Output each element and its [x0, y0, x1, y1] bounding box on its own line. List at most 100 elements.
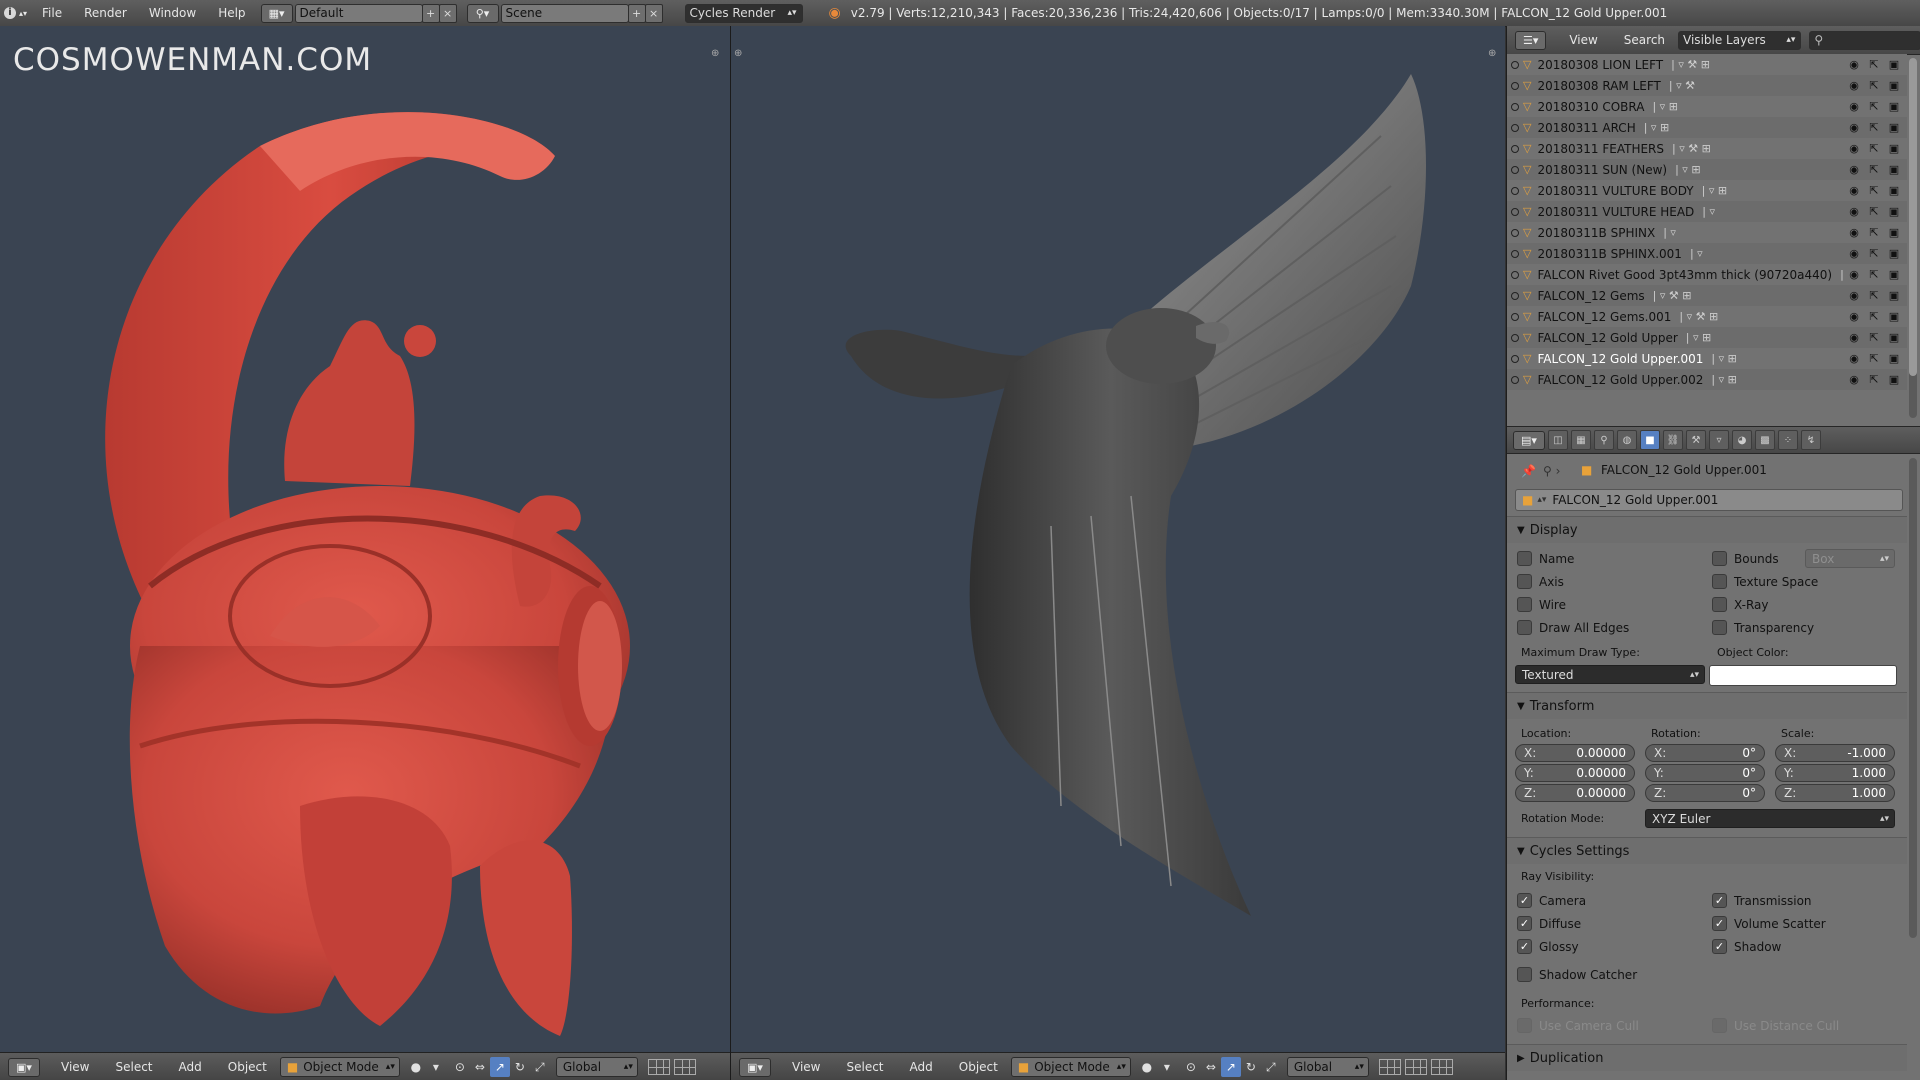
scrollbar-thumb[interactable]: [1909, 58, 1917, 376]
texture-space-checkbox[interactable]: Texture Space: [1712, 574, 1818, 589]
eye-icon[interactable]: ◉: [1847, 352, 1861, 365]
outliner-row[interactable]: ▽ FALCON_12 Gold Upper | ▿ ⊞ ◉ ⇱ ▣: [1507, 327, 1907, 348]
expand-icon[interactable]: [1511, 249, 1519, 258]
cursor-icon[interactable]: ⇱: [1867, 79, 1881, 92]
scale-x-field[interactable]: X: -1.000: [1775, 744, 1895, 762]
menu-window[interactable]: Window: [138, 6, 207, 20]
editor-type-button[interactable]: ▣▾: [739, 1057, 771, 1077]
scale-icon[interactable]: ⤢: [1261, 1057, 1281, 1077]
camera-icon[interactable]: ▣: [1887, 352, 1901, 365]
eye-icon[interactable]: ◉: [1847, 247, 1861, 260]
scene-field[interactable]: Scene: [500, 3, 629, 23]
outliner-scrollbar[interactable]: [1909, 58, 1917, 418]
expand-icon[interactable]: [1511, 375, 1519, 384]
menu-help[interactable]: Help: [207, 6, 256, 20]
max-draw-type-select[interactable]: Textured ▴▾: [1515, 665, 1705, 684]
draw-all-edges-checkbox[interactable]: Draw All Edges: [1517, 620, 1629, 635]
scale-y-field[interactable]: Y: 1.000: [1775, 764, 1895, 782]
volume-scatter-checkbox[interactable]: ✓ Volume Scatter: [1712, 916, 1826, 931]
camera-icon[interactable]: ▣: [1887, 331, 1901, 344]
display-panel-header[interactable]: ▼ Display: [1507, 516, 1907, 543]
mode-select[interactable]: ■ Object Mode ▴▾: [279, 1057, 400, 1077]
texture-tab-icon[interactable]: ▩: [1755, 430, 1775, 450]
add-screen-button[interactable]: +: [421, 3, 440, 23]
use-distance-cull-checkbox[interactable]: Use Distance Cull: [1712, 1018, 1839, 1033]
expand-icon[interactable]: [1511, 123, 1519, 132]
pivot-icon[interactable]: ⊙: [450, 1057, 470, 1077]
outliner-row[interactable]: ▽ 20180311B SPHINX | ▿ ◉ ⇱ ▣: [1507, 222, 1907, 243]
location-x-field[interactable]: X: 0.00000: [1515, 744, 1635, 762]
menu-add[interactable]: Add: [897, 1060, 946, 1074]
render-layers-tab-icon[interactable]: ▦: [1571, 430, 1591, 450]
eye-icon[interactable]: ◉: [1847, 184, 1861, 197]
bounds-checkbox[interactable]: Bounds: [1712, 551, 1779, 566]
menu-render[interactable]: Render: [73, 6, 138, 20]
eye-icon[interactable]: ◉: [1847, 121, 1861, 134]
physics-tab-icon[interactable]: ↯: [1801, 430, 1821, 450]
expand-icon[interactable]: [1511, 165, 1519, 174]
camera-icon[interactable]: ▣: [1887, 310, 1901, 323]
camera-icon[interactable]: ▣: [1887, 163, 1901, 176]
chevron-down-icon[interactable]: ▾: [426, 1057, 446, 1077]
outliner-row[interactable]: ▽ FALCON Rivet Good 3pt43mm thick (90720a…: [1507, 264, 1907, 285]
use-camera-cull-checkbox[interactable]: Use Camera Cull: [1517, 1018, 1639, 1033]
outliner-row[interactable]: ▽ 20180311 FEATHERS | ▿ ⚒ ⊞ ◉ ⇱ ▣: [1507, 138, 1907, 159]
manipulator-icon[interactable]: ⇔: [1201, 1057, 1221, 1077]
name-checkbox[interactable]: Name: [1517, 551, 1574, 566]
rotation-z-field[interactable]: Z: 0°: [1645, 784, 1765, 802]
remove-scene-button[interactable]: ×: [644, 3, 663, 23]
outliner-menu-search[interactable]: Search: [1611, 33, 1678, 47]
location-y-field[interactable]: Y: 0.00000: [1515, 764, 1635, 782]
material-tab-icon[interactable]: ◕: [1732, 430, 1752, 450]
eye-icon[interactable]: ◉: [1847, 310, 1861, 323]
camera-icon[interactable]: ▣: [1887, 247, 1901, 260]
cursor-icon[interactable]: ⇱: [1867, 142, 1881, 155]
modifiers-tab-icon[interactable]: ⚒: [1686, 430, 1706, 450]
scale-z-field[interactable]: Z: 1.000: [1775, 784, 1895, 802]
outliner-editor-icon[interactable]: ☰▾: [1515, 30, 1547, 50]
shading-icon[interactable]: ●: [406, 1057, 426, 1077]
world-tab-icon[interactable]: ◍: [1617, 430, 1637, 450]
render-engine-select[interactable]: Cycles Render ▴▾: [684, 3, 803, 23]
cursor-icon[interactable]: ⇱: [1867, 205, 1881, 218]
outliner-row[interactable]: ▽ FALCON_12 Gems | ▿ ⚒ ⊞ ◉ ⇱ ▣: [1507, 285, 1907, 306]
bounds-type-select[interactable]: Box ▴▾: [1805, 549, 1895, 568]
translate-icon[interactable]: ↗: [1220, 1057, 1241, 1077]
camera-icon[interactable]: ▣: [1887, 184, 1901, 197]
outliner-row[interactable]: ▽ FALCON_12 Gems.001 | ▿ ⚒ ⊞ ◉ ⇱ ▣: [1507, 306, 1907, 327]
viewport-right[interactable]: ⊕ ⊕: [731, 26, 1505, 1052]
cursor-icon[interactable]: ⇱: [1867, 226, 1881, 239]
outliner-row[interactable]: ▽ 20180311 VULTURE BODY | ▿ ⊞ ◉ ⇱ ▣: [1507, 180, 1907, 201]
cursor-icon[interactable]: ⇱: [1867, 58, 1881, 71]
eye-icon[interactable]: ◉: [1847, 226, 1861, 239]
eye-icon[interactable]: ◉: [1847, 58, 1861, 71]
camera-checkbox[interactable]: ✓ Camera: [1517, 893, 1586, 908]
layers-grid-icon[interactable]: [647, 1059, 670, 1075]
outliner-row[interactable]: ▽ 20180310 COBRA | ▿ ⊞ ◉ ⇱ ▣: [1507, 96, 1907, 117]
expand-icon[interactable]: [1511, 228, 1519, 237]
expand-icon[interactable]: [1511, 312, 1519, 321]
object-name-field[interactable]: ■ ▴▾ FALCON_12 Gold Upper.001: [1515, 489, 1903, 511]
camera-icon[interactable]: ▣: [1887, 142, 1901, 155]
expand-icon[interactable]: [1511, 102, 1519, 111]
chevron-down-icon[interactable]: ▾: [1157, 1057, 1177, 1077]
cursor-icon[interactable]: ⇱: [1867, 331, 1881, 344]
translate-icon[interactable]: ↗: [489, 1057, 510, 1077]
data-tab-icon[interactable]: ▿: [1709, 430, 1729, 450]
camera-icon[interactable]: ▣: [1887, 100, 1901, 113]
location-z-field[interactable]: Z: 0.00000: [1515, 784, 1635, 802]
wire-checkbox[interactable]: Wire: [1517, 597, 1566, 612]
camera-icon[interactable]: ▣: [1887, 268, 1901, 281]
mode-select[interactable]: ■ Object Mode ▴▾: [1010, 1057, 1131, 1077]
outliner-row[interactable]: ▽ 20180308 RAM LEFT | ▿ ⚒ ◉ ⇱ ▣: [1507, 75, 1907, 96]
cycles-settings-panel-header[interactable]: ▼ Cycles Settings: [1507, 837, 1907, 864]
menu-object[interactable]: Object: [215, 1060, 280, 1074]
expand-icon[interactable]: [1511, 354, 1519, 363]
eye-icon[interactable]: ◉: [1847, 205, 1861, 218]
transform-panel-header[interactable]: ▼ Transform: [1507, 692, 1907, 719]
cursor-icon[interactable]: ⇱: [1867, 163, 1881, 176]
menu-add[interactable]: Add: [166, 1060, 215, 1074]
menu-view[interactable]: View: [48, 1060, 102, 1074]
camera-icon[interactable]: ▣: [1887, 289, 1901, 302]
outliner-menu-view[interactable]: View: [1556, 33, 1610, 47]
